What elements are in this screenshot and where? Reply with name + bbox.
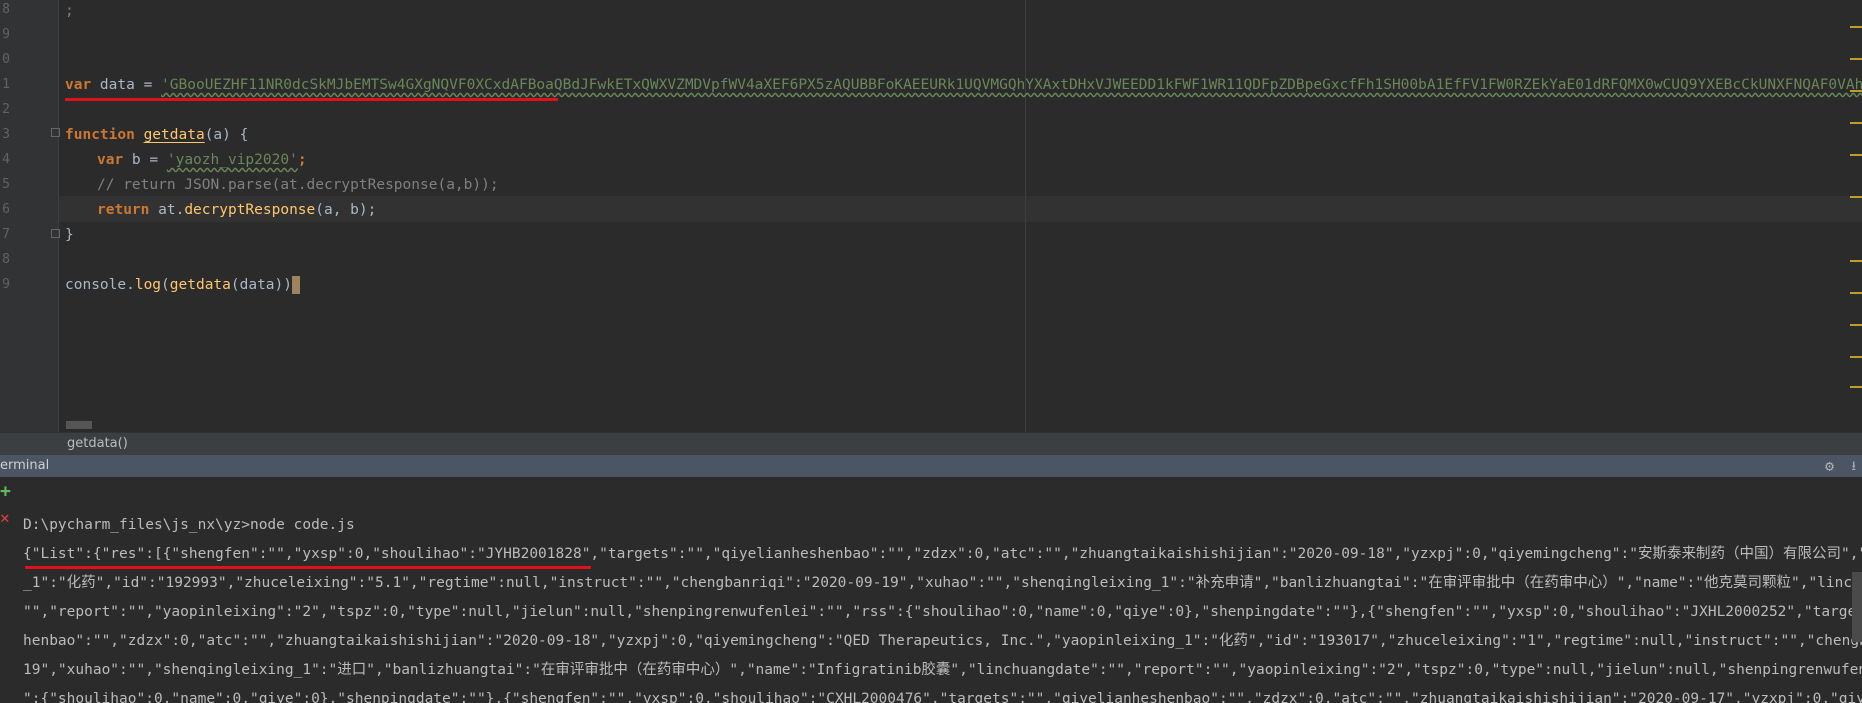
line-number: 5 bbox=[2, 177, 10, 192]
terminal-output-line: ":{"shoulihao":0,"name":0,"qiye":0},"she… bbox=[23, 691, 1862, 703]
code-token: (a) { bbox=[204, 127, 249, 143]
terminal-output-line: "","report":"","yaopinleixing":"2","tspz… bbox=[23, 604, 1862, 620]
hide-panel-icon[interactable]: ⭳ bbox=[1851, 457, 1856, 479]
keyword-token: var bbox=[65, 77, 92, 93]
vertical-scrollbar-thumb[interactable] bbox=[1852, 572, 1862, 642]
code-token: console. bbox=[65, 277, 135, 293]
line-number: 2 bbox=[2, 102, 10, 117]
code-line[interactable]: } bbox=[65, 225, 74, 245]
line-number: 8 bbox=[2, 2, 10, 17]
terminal-title[interactable]: erminal bbox=[0, 458, 49, 473]
code-editor[interactable]: 8 9 0 1 2 3 4 5 6 7 8 9 ; var data = 'GB… bbox=[0, 0, 1862, 432]
terminal-output-line: {"List":{"res":[{"shengfen":"","yxsp":0,… bbox=[23, 546, 1862, 562]
terminal-panel[interactable]: + ✕ D:\pycharm_files\js_nx\yz>node code.… bbox=[0, 477, 1862, 703]
fold-toggle-icon[interactable] bbox=[51, 128, 60, 137]
code-line[interactable]: var b = 'yaozh_vip2020'; bbox=[97, 150, 307, 170]
terminal-output-line: 19","xuhao":"","shenqingleixing_1":"进口",… bbox=[23, 662, 1862, 678]
terminal-prompt: D:\pycharm_files\js_nx\yz>node code.js bbox=[23, 517, 355, 533]
line-number: 9 bbox=[2, 27, 10, 42]
keyword-token: return bbox=[97, 202, 150, 218]
function-name-token: getdata bbox=[143, 127, 205, 143]
encrypted-string-literal: 'GBooUEZHF11NR0dcSkMJbEMTSw4GXgNQVF0XCxd… bbox=[161, 77, 1862, 93]
terminal-header: erminal ⚙ ⭳ bbox=[0, 455, 1862, 477]
line-number: 4 bbox=[2, 152, 10, 167]
text-caret bbox=[292, 276, 300, 294]
breadcrumb: getdata() bbox=[0, 432, 1862, 455]
code-token: ; bbox=[65, 3, 74, 19]
line-number: 7 bbox=[2, 227, 10, 242]
code-line[interactable]: return at.decryptResponse(a, b); bbox=[97, 200, 376, 220]
keyword-token: function bbox=[65, 127, 135, 143]
code-token: ( bbox=[161, 277, 170, 293]
function-name-token: getdata bbox=[169, 277, 231, 293]
line-number: 3 bbox=[2, 127, 10, 142]
line-number: 6 bbox=[2, 202, 10, 217]
identifier-token: data = bbox=[91, 77, 162, 93]
terminal-output-line: _1":"化药","id":"192993","zhuceleixing":"5… bbox=[23, 575, 1862, 591]
terminal-output-line: henbao":"","zdzx":0,"atc":"","zhuangtaik… bbox=[23, 633, 1862, 649]
line-number-gutter: 8 9 0 1 2 3 4 5 6 7 8 9 bbox=[0, 0, 60, 432]
line-number: 1 bbox=[2, 77, 10, 92]
right-margin-guide bbox=[1025, 0, 1026, 432]
code-token: (a, b); bbox=[315, 202, 377, 218]
code-token: ; bbox=[297, 152, 307, 168]
code-token: (data)) bbox=[230, 277, 292, 293]
horizontal-scrollbar-thumb[interactable] bbox=[66, 421, 92, 429]
code-line[interactable]: function getdata(a) { bbox=[65, 125, 248, 145]
code-line[interactable]: var data = 'GBooUEZHF11NR0dcSkMJbEMTSw4G… bbox=[65, 75, 1862, 95]
line-number: 0 bbox=[2, 52, 10, 67]
line-number: 9 bbox=[2, 277, 10, 292]
string-literal: 'yaozh_vip2020' bbox=[166, 152, 298, 168]
code-line[interactable]: console.log(getdata(data)) bbox=[65, 275, 300, 295]
fold-toggle-icon[interactable] bbox=[51, 229, 60, 238]
function-name-token: decryptResponse bbox=[184, 202, 316, 218]
line-number: 8 bbox=[2, 252, 10, 267]
code-token: at. bbox=[149, 202, 185, 218]
identifier-token: b = bbox=[123, 152, 167, 168]
breadcrumb-item[interactable]: getdata() bbox=[67, 436, 128, 451]
keyword-token: var bbox=[97, 152, 124, 168]
code-line[interactable]: ; bbox=[65, 1, 74, 21]
red-annotation-underline bbox=[25, 566, 591, 569]
new-session-icon[interactable]: + bbox=[0, 481, 11, 502]
gear-icon[interactable]: ⚙ bbox=[1825, 457, 1834, 475]
function-name-token: log bbox=[134, 277, 162, 293]
comment-line[interactable]: // return JSON.parse(at.decryptResponse(… bbox=[97, 175, 499, 195]
red-annotation-underline bbox=[65, 98, 558, 101]
close-session-icon[interactable]: ✕ bbox=[0, 508, 10, 527]
